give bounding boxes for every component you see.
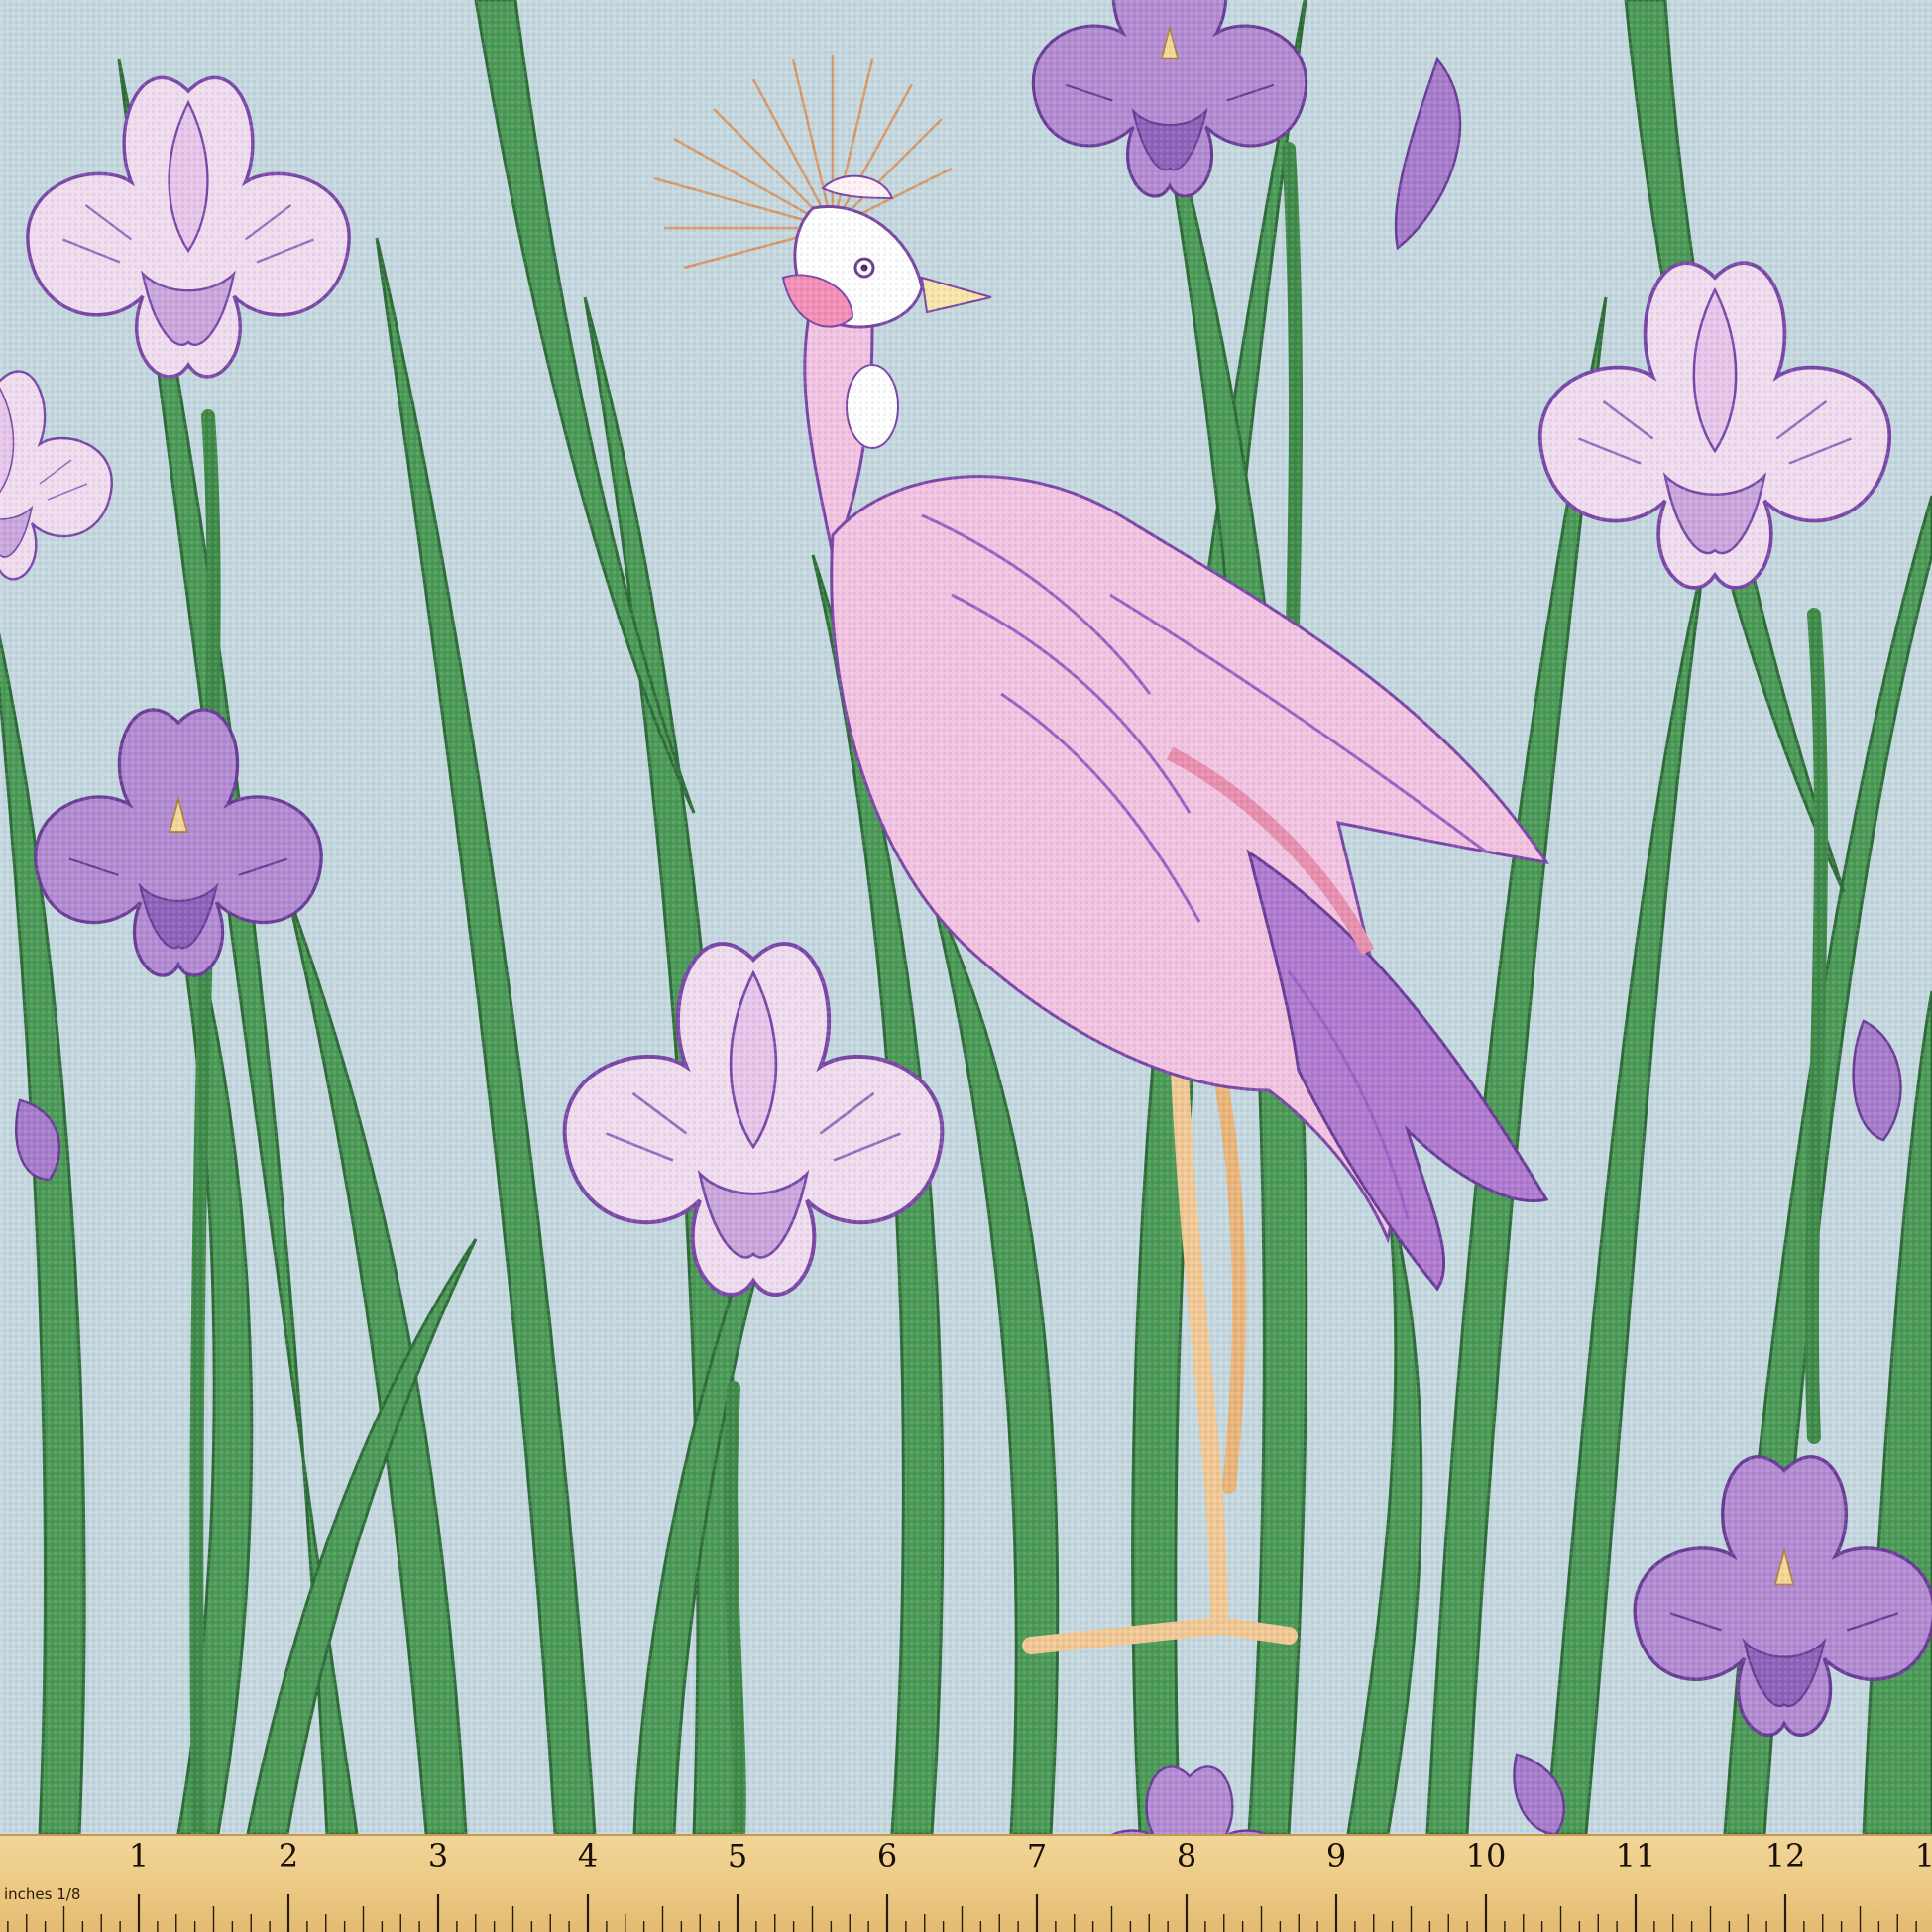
ruler-inch-number: 12 xyxy=(1764,1837,1806,1875)
ruler-subdivision-text: 1/8 xyxy=(57,1885,81,1903)
crane-iris-pattern-illustration xyxy=(0,0,1932,1932)
measurement-ruler: inches 1/8 12345678910111213 xyxy=(0,1834,1932,1932)
ruler-unit-text: inches xyxy=(4,1885,53,1903)
ruler-inch-number: 5 xyxy=(727,1837,748,1875)
ruler-inch-number: 6 xyxy=(876,1837,898,1875)
fabric-print-image: inches 1/8 12345678910111213 xyxy=(0,0,1932,1932)
ruler-inch-number: 9 xyxy=(1325,1837,1347,1875)
ruler-inch-number: 3 xyxy=(427,1837,449,1875)
ruler-inch-number: 8 xyxy=(1176,1837,1197,1875)
ruler-inch-number: 7 xyxy=(1026,1837,1048,1875)
ruler-inch-number: 1 xyxy=(128,1837,150,1875)
ruler-inch-number: 10 xyxy=(1465,1837,1507,1875)
ruler-inch-number: 13 xyxy=(1914,1837,1932,1875)
ruler-inch-number: 11 xyxy=(1615,1837,1656,1875)
ruler-inch-number: 4 xyxy=(577,1837,599,1875)
ruler-inch-number: 2 xyxy=(278,1837,299,1875)
ruler-unit-label: inches 1/8 xyxy=(4,1885,80,1903)
